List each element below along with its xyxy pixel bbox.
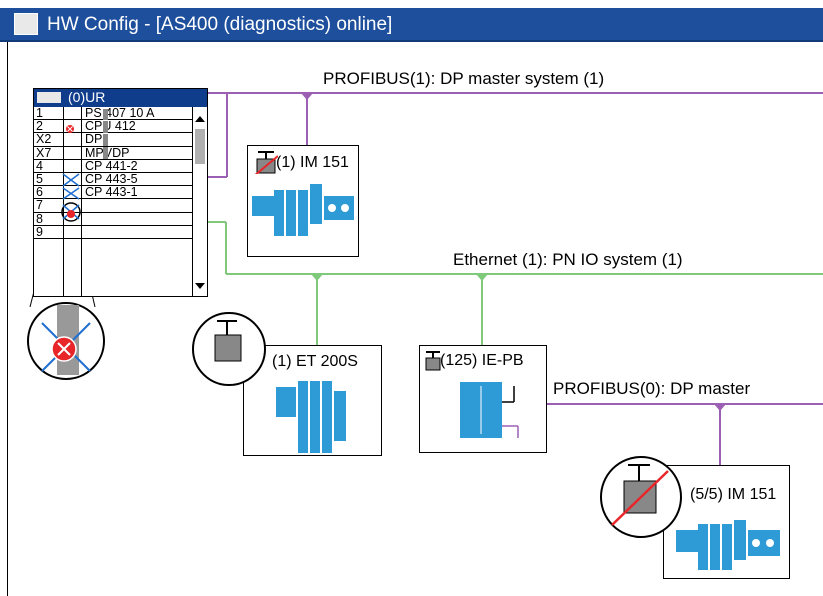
profibus1-label[interactable]: PROFIBUS(1): DP master system (1) xyxy=(323,69,604,89)
station-label: (1) IM 151 xyxy=(276,154,349,171)
module-graphic-icon xyxy=(276,381,346,453)
station-ie-pb[interactable]: (125) IE-PB xyxy=(419,345,547,453)
rack-scrollbar[interactable] xyxy=(192,107,207,296)
station-label: (125) IE-PB xyxy=(440,352,524,369)
rack-ur[interactable]: (0)UR 1PS 407 10 A2CPU 412X2DPX7MPVDP4CP… xyxy=(33,88,208,297)
module-graphic-icon xyxy=(252,184,354,236)
rack-status-icons xyxy=(61,109,108,222)
module-graphic-icon xyxy=(460,382,519,438)
zoom-slot-error-icon xyxy=(27,302,105,380)
ethernet-label[interactable]: Ethernet (1): PN IO system (1) xyxy=(453,250,683,270)
station-label: (1) ET 200S xyxy=(272,353,358,370)
zoom-device-error-icon xyxy=(600,456,682,538)
station-label: (5/5) IM 151 xyxy=(690,486,777,503)
scrollbar-thumb[interactable] xyxy=(195,129,205,164)
zoom-device-icon xyxy=(192,312,266,386)
profibus0-label[interactable]: PROFIBUS(0): DP master xyxy=(553,379,750,399)
module-graphic-icon xyxy=(676,520,780,570)
station-im151-top[interactable]: (1) IM 151 xyxy=(247,145,359,257)
device-error-icon xyxy=(254,151,278,174)
